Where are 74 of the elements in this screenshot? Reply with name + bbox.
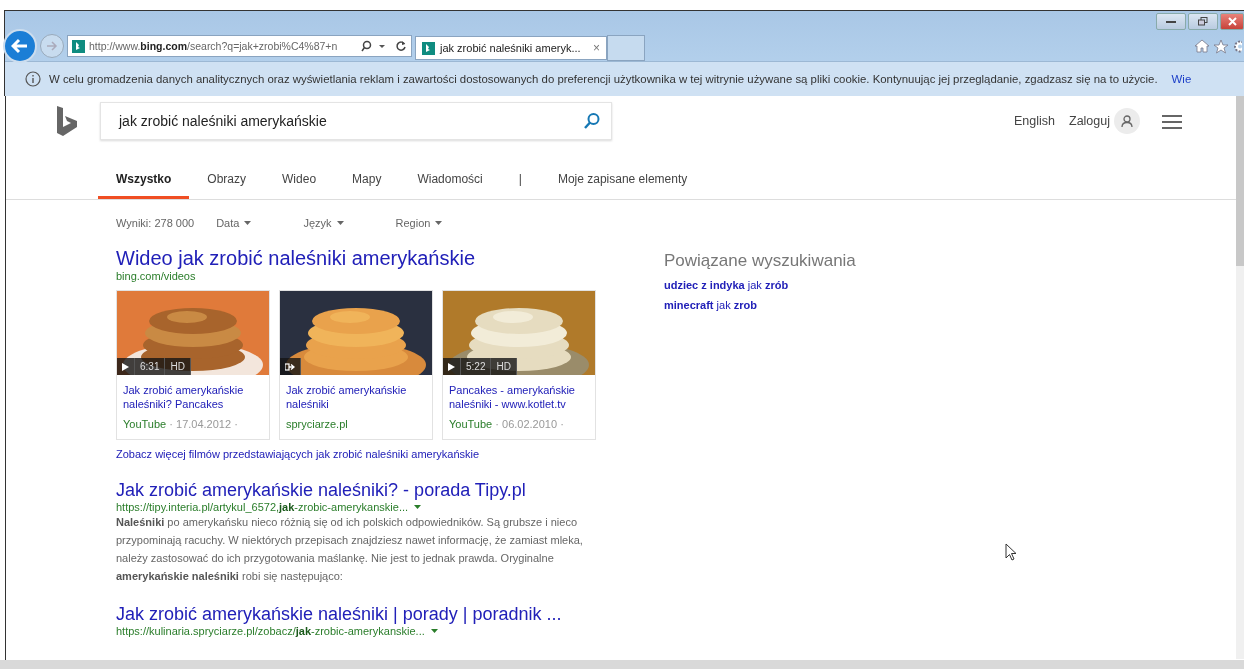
filter-dropdown[interactable]: Data (216, 217, 252, 229)
bing-logo-icon[interactable] (56, 105, 78, 137)
nav-tab[interactable]: Wideo (264, 166, 335, 199)
more-videos-link[interactable]: Zobacz więcej filmów przedstawiających jak zrobić naleśniki amerykańskie (116, 448, 664, 460)
nav-tab[interactable]: Wiadomości (399, 166, 501, 199)
play-icon (117, 358, 135, 375)
hd-label: HD (165, 358, 191, 375)
restore-icon[interactable] (1198, 17, 1208, 26)
caret-icon[interactable] (430, 629, 438, 633)
result-snippet: Naleśniki po amerykańsku nieco różnią się od ich polskich odpowiedników. Są grubsze i nieco przypominają racuchy. W niektórych przepisach znajdziesz nawet informację, że zamiast mleka, należy zastosować do ich przygotowania maślankę. Nie jest to jednak prawda. Oryginalne amerykańskie naleśniki robi się następująco: (116, 515, 584, 584)
video-duration: 6:31 (135, 358, 166, 375)
home-icon[interactable] (1194, 39, 1210, 53)
browser-tab[interactable]: jak zrobić naleśniki ameryk... × (415, 36, 607, 60)
caret-icon[interactable] (435, 221, 443, 225)
result-title-link[interactable]: Jak zrobić amerykańskie naleśniki? - porada Tipy.pl (116, 480, 664, 501)
search-field[interactable]: jak zrobić naleśniki amerykańskie (100, 102, 612, 140)
video-card[interactable]: 5:22 HD Pancakes - amerykańskie naleśniki - www.kotlet.tv YouTube · 06.02.2010 · (442, 290, 596, 440)
tab-title: jak zrobić naleśniki ameryk... (440, 42, 581, 54)
vertical-scrollbar[interactable] (1236, 96, 1244, 659)
info-icon (25, 71, 41, 87)
restore-button[interactable] (1188, 13, 1218, 30)
related-search-link[interactable]: udziec z indyka jak zrób (664, 279, 856, 291)
nav-tab[interactable]: Wszystko (98, 166, 190, 199)
play-icon (443, 358, 461, 375)
favicon-icon (422, 41, 435, 55)
share-icon (280, 358, 301, 375)
video-source: YouTube (123, 418, 167, 430)
related-searches-heading: Powiązane wyszukiwania (664, 251, 856, 271)
star-icon[interactable] (1213, 38, 1229, 54)
caret-icon[interactable] (244, 221, 252, 225)
filter-dropdown[interactable]: Język (303, 217, 344, 229)
nav-tab[interactable]: Moje zapisane elementy (539, 166, 706, 199)
result-title-link[interactable]: Wideo jak zrobić naleśniki amerykańskie (116, 247, 664, 270)
caret-icon[interactable] (414, 505, 422, 509)
caret-icon[interactable] (336, 221, 344, 225)
video-date: · 06.02.2010 · (495, 418, 564, 430)
language-link[interactable]: English (1014, 114, 1055, 128)
nav-tab[interactable]: | (500, 166, 540, 199)
favicon-icon (72, 39, 85, 53)
sign-in-link[interactable]: Zaloguj (1069, 114, 1110, 128)
back-button[interactable] (3, 29, 37, 63)
search-icon[interactable] (583, 112, 601, 130)
close-tab-button[interactable]: × (593, 41, 600, 55)
mouse-pointer-icon (1005, 543, 1017, 561)
result-title-link[interactable]: Jak zrobić amerykańskie naleśniki | porady | poradnik ... (116, 604, 664, 625)
nav-tab[interactable]: Obrazy (189, 166, 265, 199)
filter-dropdown[interactable]: Region (395, 217, 443, 229)
menu-icon[interactable] (1162, 113, 1182, 129)
cookie-notice: W celu gromadzenia danych analitycznych oraz wyświetlania reklam i zawartości dostosowanych do preferencji użytkownika w tej witrynie używane są pliki cookie. Kontynuując jej przeglądanie, zgadzasz się na to użycie. (49, 73, 1158, 85)
video-source: spryciarze.pl (286, 418, 348, 430)
video-title-link[interactable]: Jak zrobić amerykańskie naleśniki? Pancakes (123, 383, 263, 413)
related-search-link[interactable]: minecraft jak zrob (664, 299, 856, 311)
hd-label: HD (491, 358, 517, 375)
gear-icon[interactable] (1232, 38, 1242, 54)
video-duration: 5:22 (461, 358, 492, 375)
close-button[interactable] (1220, 13, 1244, 30)
video-title-link[interactable]: Pancakes - amerykańskie naleśniki - www.kotlet.tv (449, 383, 589, 413)
result-url: https://kulinaria.spryciarze.pl/zobacz/jak-zrobic-amerykanskie... (116, 625, 425, 637)
result-url: bing.com/videos (116, 270, 197, 282)
user-icon[interactable] (1114, 108, 1140, 134)
close-icon[interactable] (1227, 17, 1237, 26)
result-url: https://tipy.interia.pl/artykul_6572,jak-zrobic-amerykanskie... (116, 501, 409, 513)
refresh-icon[interactable] (395, 40, 407, 52)
nav-tab[interactable]: Mapy (334, 166, 400, 199)
video-title-link[interactable]: Jak zrobić amerykańskie naleśniki (286, 383, 426, 413)
address-field[interactable]: http://www.bing.com/search?q=jak+zrobi%C4%87+n (67, 35, 412, 57)
minimize-button[interactable] (1156, 13, 1186, 30)
video-card[interactable]: 6:31 HD Jak zrobić amerykańskie naleśniki? Pancakes YouTube · 17.04.2012 · (116, 290, 270, 440)
video-source: YouTube (449, 418, 493, 430)
video-card[interactable]: Jak zrobić amerykańskie naleśniki spryciarze.pl (279, 290, 433, 440)
horizontal-scrollbar[interactable] (0, 660, 1244, 669)
more-info-link[interactable]: Wie (1171, 73, 1192, 85)
results-count: Wyniki: 278 000 (116, 217, 195, 229)
video-date: · 17.04.2012 · (169, 418, 238, 430)
